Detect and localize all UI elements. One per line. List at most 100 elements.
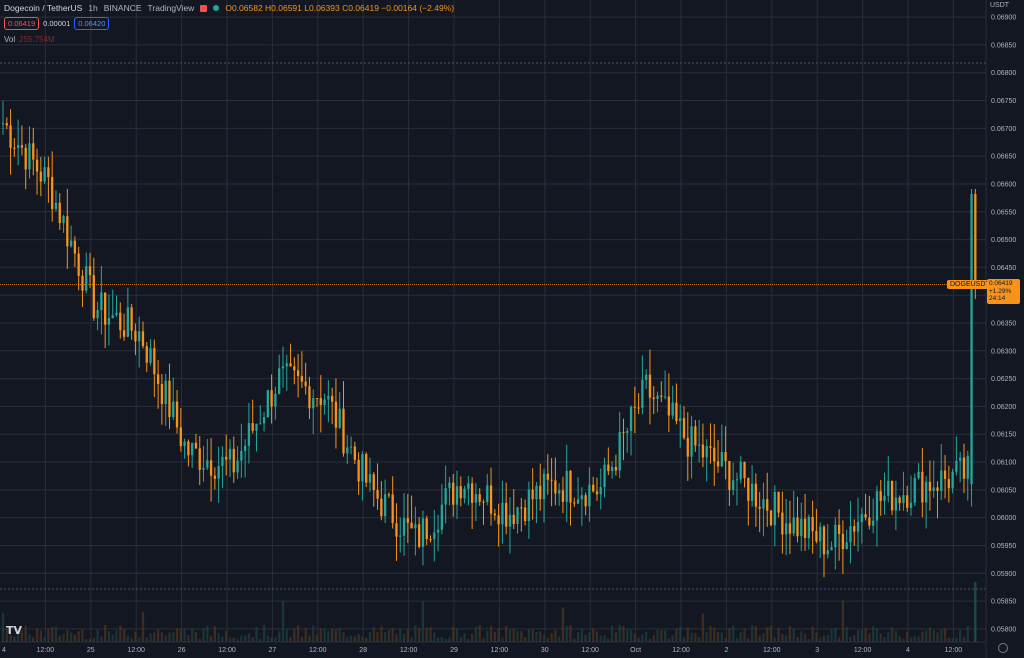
candle-body (380, 498, 383, 517)
candle-body (837, 524, 841, 534)
candle-body (826, 550, 829, 555)
interval-label[interactable]: 1h (88, 3, 97, 13)
volume-bar (516, 630, 519, 642)
volume-bar (429, 627, 432, 642)
candle-body (875, 491, 879, 521)
volume-bar (134, 631, 137, 642)
candle-body (489, 485, 493, 514)
volume-bar (187, 635, 190, 642)
market-status-icon[interactable] (213, 5, 220, 11)
candle-body (531, 489, 534, 500)
volume-bar (66, 630, 69, 642)
candle-body (936, 487, 939, 491)
candle-body (675, 402, 678, 422)
candle-body (792, 517, 795, 534)
volume-bar (202, 629, 205, 642)
flag-icon[interactable] (200, 4, 208, 12)
candle-body (629, 406, 633, 432)
candle-body (743, 461, 746, 479)
y-tick-label: 0.06250 (991, 376, 1016, 383)
volume-bar (115, 630, 118, 642)
volume-bar (830, 629, 833, 642)
volume-value: 255.754M (19, 35, 55, 44)
candle-body (134, 330, 137, 342)
settings-icon[interactable] (998, 643, 1008, 653)
candle-body (890, 480, 894, 511)
volume-bar (671, 635, 674, 642)
volume-bar (62, 634, 65, 642)
candle-body (202, 467, 205, 470)
volume-bar (735, 638, 739, 642)
volume-bar (13, 636, 16, 642)
volume-bar (875, 628, 879, 642)
candle-body (58, 202, 61, 224)
candle-body (633, 406, 636, 408)
candle-body (455, 486, 459, 505)
volume-bar (773, 637, 776, 642)
candle-body (28, 143, 31, 170)
symbol-title[interactable]: Dogecoin / TetherUS (4, 3, 82, 13)
candle-body (830, 547, 833, 551)
volume-bar (906, 631, 909, 642)
candle-body (523, 507, 527, 522)
volume-bar (694, 633, 697, 642)
volume-bar (947, 637, 950, 642)
candle-body (796, 517, 799, 537)
candle-body (974, 193, 977, 285)
volume-bar (467, 638, 470, 642)
candle-body (92, 275, 95, 319)
volume-bar (940, 629, 943, 642)
candle-body (928, 481, 932, 491)
candle-body (656, 395, 659, 399)
volume-bar (478, 625, 481, 642)
candle-body (126, 307, 129, 337)
volume-bar (323, 629, 326, 642)
candle-body (372, 474, 375, 490)
volume-bar (493, 631, 496, 642)
candle-body (145, 346, 148, 363)
candle-body (69, 240, 73, 247)
candle-body (728, 461, 731, 490)
volume-bar (353, 636, 356, 642)
volume-bar (819, 637, 822, 642)
volume-bar (406, 629, 409, 642)
candle-body (24, 147, 27, 170)
candlestick-chart[interactable]: 0.06900 0.06850 0.06800 0.06750 0.06700 0.066… (0, 0, 1024, 658)
candle-body (546, 473, 549, 480)
tradingview-logo[interactable]: TV (6, 624, 22, 637)
candle-body (293, 366, 296, 371)
volume-bar (652, 635, 655, 642)
volume-label[interactable]: Vol (4, 35, 15, 44)
volume-bar (334, 629, 338, 642)
volume-bar (803, 633, 807, 642)
candle-body (750, 483, 754, 501)
candle-body (819, 526, 822, 542)
volume-bar (376, 631, 379, 642)
volume-bar (361, 636, 364, 642)
candle-body (660, 395, 663, 397)
candle-body (860, 514, 863, 523)
volume-bar (474, 626, 478, 642)
currency-label[interactable]: USDT (990, 2, 1009, 9)
sell-button[interactable]: 0.06419 (4, 17, 40, 30)
chart-area[interactable]: 0.06900 0.06850 0.06800 0.06750 0.06700 0.066… (0, 0, 1024, 658)
volume-bar (841, 600, 845, 642)
candle-body (270, 390, 273, 407)
candle-body (565, 470, 568, 502)
volume-bar (156, 629, 160, 642)
volume-bar (104, 625, 107, 642)
volume-bar (448, 637, 451, 642)
volume-bar (421, 601, 425, 642)
volume-bar (943, 628, 947, 642)
x-tick-label: 4 (906, 647, 910, 654)
candle-body (217, 465, 220, 479)
candle-body (141, 331, 145, 347)
candle-body (467, 483, 470, 489)
y-tick-label: 0.06150 (991, 432, 1016, 439)
volume-bar (607, 638, 610, 642)
volume-bar (754, 626, 758, 642)
buy-button[interactable]: 0.06420 (74, 17, 110, 30)
x-tick-label: 12:00 (854, 647, 872, 654)
volume-bar (561, 607, 565, 642)
candle-body (444, 488, 447, 505)
